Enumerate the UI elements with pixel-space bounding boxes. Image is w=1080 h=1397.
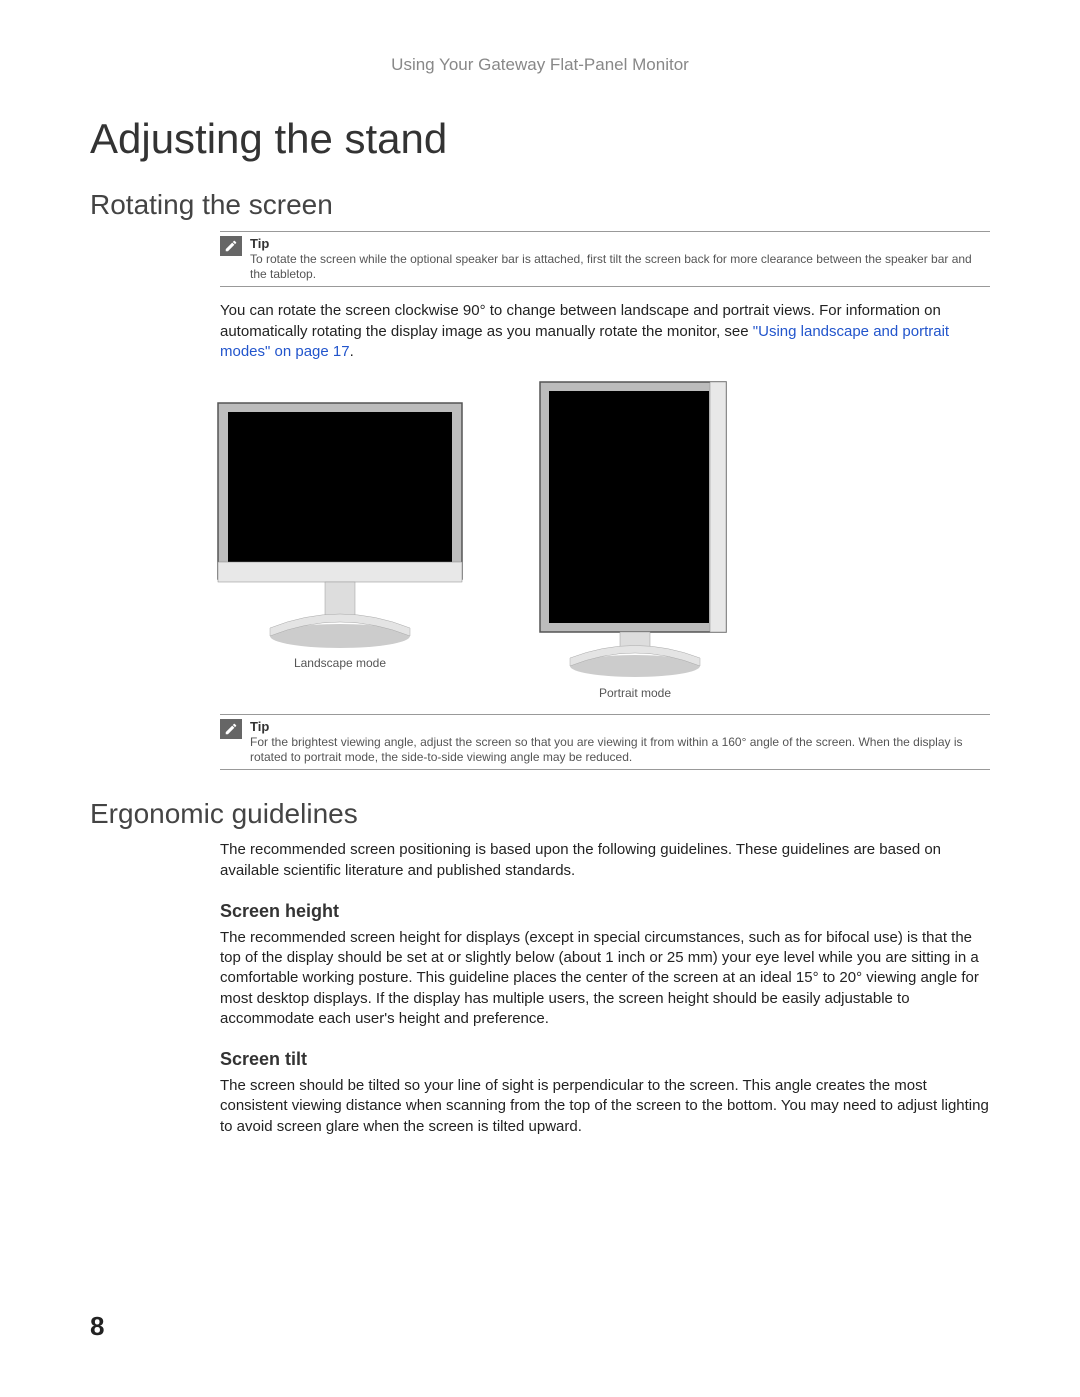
monitor-portrait-image [530, 378, 740, 678]
screen-tilt-heading: Screen tilt [220, 1049, 990, 1070]
tip-box-1: Tip To rotate the screen while the optio… [220, 231, 990, 287]
tip-text-2: For the brightest viewing angle, adjust … [250, 735, 963, 764]
tip-box-2: Tip For the brightest viewing angle, adj… [220, 714, 990, 770]
page-number: 8 [90, 1311, 104, 1342]
screen-height-heading: Screen height [220, 901, 990, 922]
screen-tilt-body: The screen should be tilted so your line… [220, 1076, 990, 1137]
rotating-body-text: You can rotate the screen clockwise 90° … [220, 301, 990, 362]
page-header: Using Your Gateway Flat-Panel Monitor [90, 55, 990, 75]
section-rotating-heading: Rotating the screen [90, 189, 990, 221]
tip-icon [220, 719, 242, 739]
ergonomic-intro: The recommended screen positioning is ba… [220, 840, 990, 881]
tip-icon [220, 236, 242, 256]
page-title: Adjusting the stand [90, 115, 990, 163]
monitor-portrait-figure: Portrait mode [530, 378, 740, 700]
screen-height-body: The recommended screen height for displa… [220, 928, 990, 1029]
monitor-landscape-image [210, 378, 470, 648]
section-ergonomic-heading: Ergonomic guidelines [90, 798, 990, 830]
tip-text-1: To rotate the screen while the optional … [250, 252, 972, 281]
tip-label: Tip [250, 236, 269, 251]
caption-landscape: Landscape mode [294, 656, 386, 670]
monitor-landscape-figure: Landscape mode [210, 378, 470, 700]
tip-label: Tip [250, 719, 269, 734]
monitor-images-row: Landscape mode Portrait mode [210, 378, 990, 700]
caption-portrait: Portrait mode [599, 686, 671, 700]
